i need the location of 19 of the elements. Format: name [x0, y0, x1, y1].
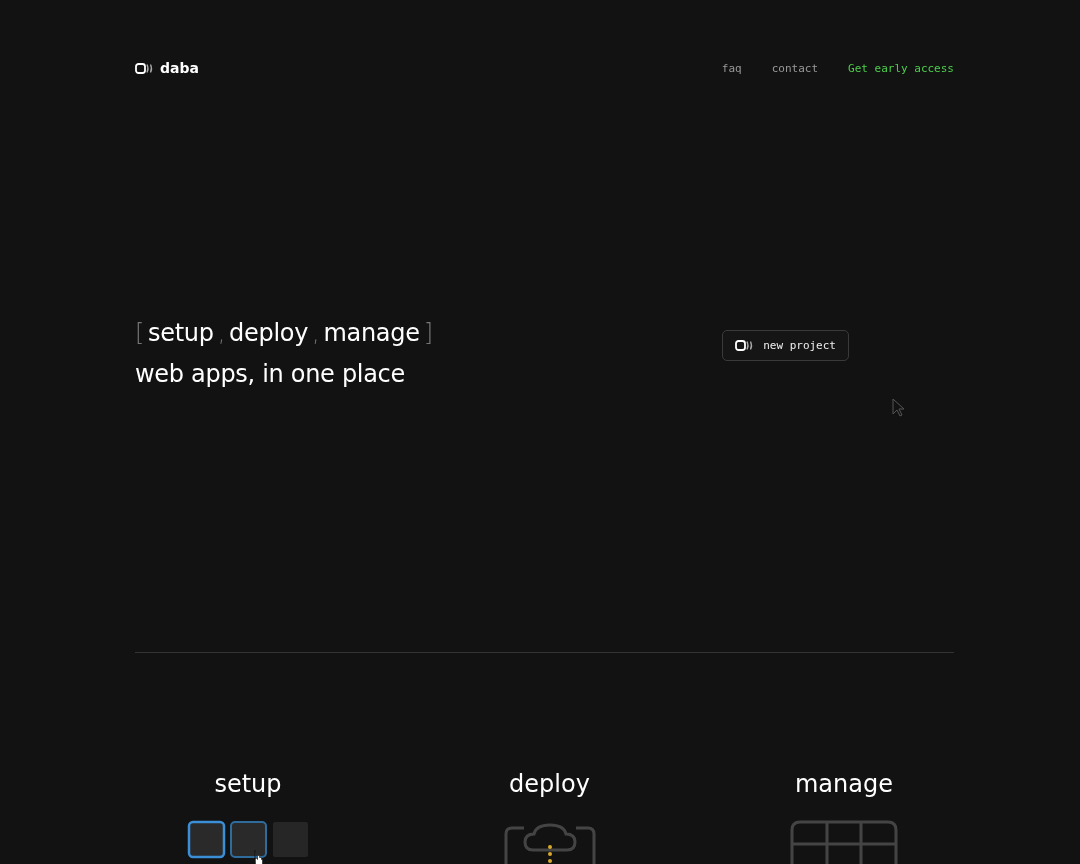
- feature-title: setup: [214, 770, 282, 798]
- nav-link[interactable]: faq: [721, 61, 742, 75]
- pointer-icon: [892, 398, 905, 417]
- brand-name: daba: [160, 60, 199, 76]
- logo-icon: [735, 340, 755, 351]
- comma: ,: [312, 319, 320, 347]
- feature-title: manage: [795, 770, 893, 798]
- headline-word: manage: [323, 319, 420, 347]
- early-access-link[interactable]: Get early access: [848, 61, 954, 75]
- comma: ,: [217, 319, 226, 347]
- bracket: ]: [423, 319, 433, 347]
- headline-word: deploy: [229, 319, 309, 347]
- headline-word: setup: [148, 319, 214, 347]
- nav-link[interactable]: contact: [771, 61, 819, 75]
- feature-title: deploy: [509, 770, 590, 798]
- bracket: [: [135, 319, 145, 347]
- tagline: web apps, in one place: [135, 359, 406, 390]
- new-project-button[interactable]: new project: [722, 330, 849, 361]
- logo-icon: [135, 62, 154, 74]
